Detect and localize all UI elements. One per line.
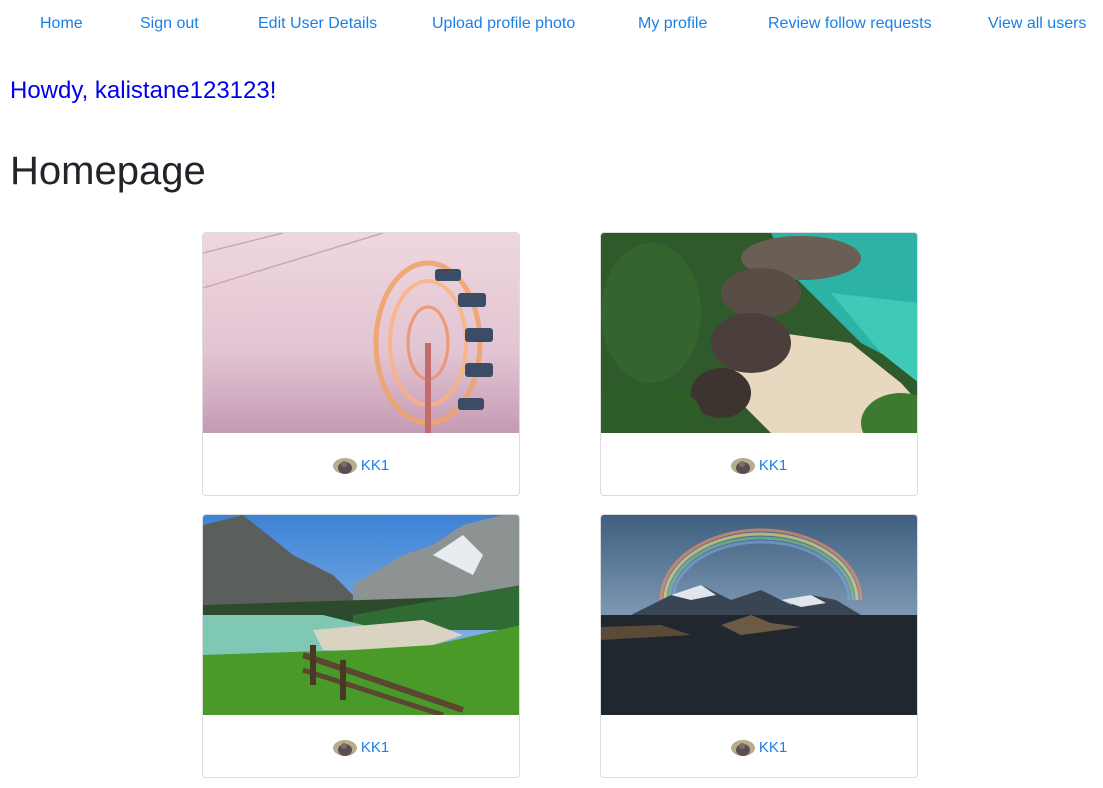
avatar [730,458,755,474]
nav-my-profile-link[interactable]: My profile [638,14,707,34]
author-link[interactable]: KK1 [361,738,389,758]
author-link[interactable]: KK1 [361,456,389,476]
author-link[interactable]: KK1 [759,738,787,758]
post-card: KK1 [202,514,520,778]
nav-edit-user-details-link[interactable]: Edit User Details [258,14,377,34]
post-author: KK1 [601,455,917,477]
post-author: KK1 [601,737,917,759]
author-link[interactable]: KK1 [759,456,787,476]
post-card: KK1 [600,514,918,778]
avatar [332,458,357,474]
post-author: KK1 [203,737,519,759]
post-card: KK1 [202,232,520,496]
mountain-lake-photo[interactable] [203,515,519,715]
nav-home-link[interactable]: Home [40,14,83,34]
greeting-text: Howdy, kalistane123123! [10,77,277,104]
page-title: Homepage [10,149,206,193]
ferris-wheel-photo[interactable] [203,233,519,433]
nav-view-all-users-link[interactable]: View all users [988,14,1086,34]
rainbow-mountain-photo[interactable] [601,515,917,715]
nav-review-follow-requests-link[interactable]: Review follow requests [768,14,932,34]
avatar [332,740,357,756]
avatar [730,740,755,756]
top-navigation: Home Sign out Edit User Details Upload p… [0,0,1103,50]
post-card: KK1 [600,232,918,496]
rocky-beach-photo[interactable] [601,233,917,433]
post-author: KK1 [203,455,519,477]
nav-upload-profile-photo-link[interactable]: Upload profile photo [432,14,575,34]
nav-sign-out-link[interactable]: Sign out [140,14,199,34]
